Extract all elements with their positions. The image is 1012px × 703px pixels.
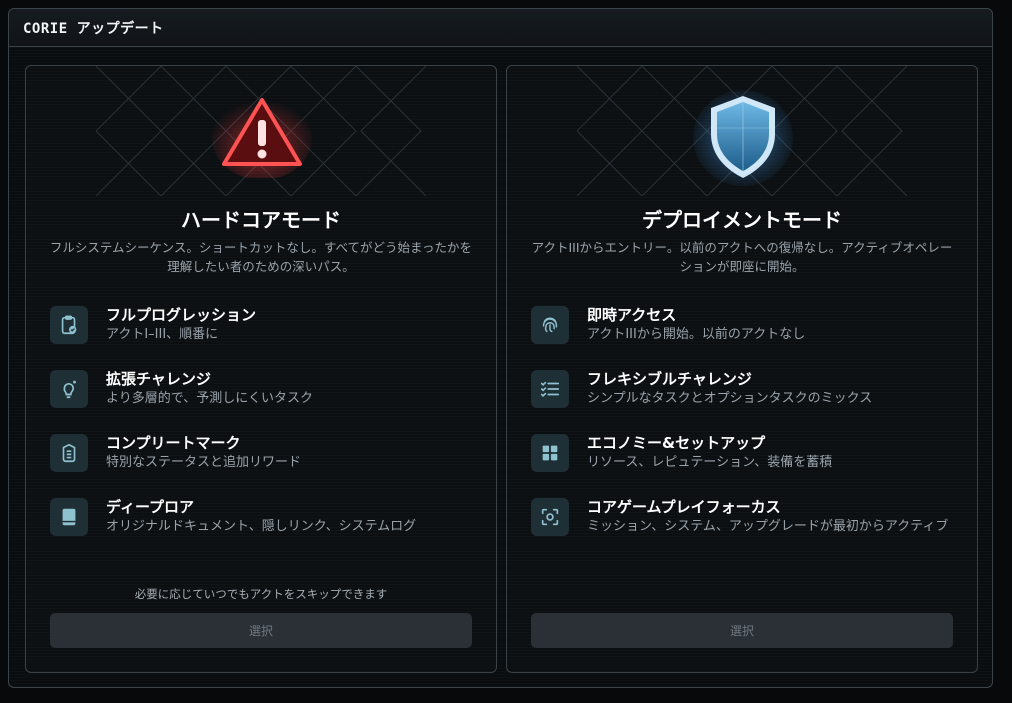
feature-description: オリジナルドキュメント、隠しリンク、システムログ	[106, 519, 417, 534]
hardcore-mode-card[interactable]: ハードコアモード フルシステムシーケンス。ショートカットなし。すべてがどう始まっ…	[25, 65, 497, 673]
checklist-icon	[540, 381, 560, 398]
feature-name: 拡張チャレンジ	[106, 370, 211, 388]
clipboard-check-icon	[61, 315, 77, 335]
deployment-select-button[interactable]: 選択	[531, 613, 953, 648]
feature-item: ディープロア オリジナルドキュメント、隠しリンク、システムログ	[50, 496, 476, 546]
feature-description: アクトI–III、順番に	[106, 327, 219, 342]
feature-description: リソース、レピュテーション、装備を蓄積	[587, 455, 833, 470]
deployment-mode-description: アクトIIIからエントリー。以前のアクトへの復帰なし。アクティブオペレーションが…	[531, 240, 953, 274]
warning-triangle-icon	[212, 96, 312, 178]
feature-item: 拡張チャレンジ より多層的で、予測しにくいタスク	[50, 368, 476, 418]
deployment-mode-card[interactable]: デプロイメントモード アクトIIIからエントリー。以前のアクトへの復帰なし。アク…	[506, 65, 978, 673]
window-title: CORIE アップデート	[23, 20, 164, 37]
grid-icon	[542, 445, 558, 461]
feature-name: エコノミー&セットアップ	[587, 434, 766, 452]
feature-name: 即時アクセス	[587, 306, 677, 324]
feature-item: フルプログレッション アクトI–III、順番に	[50, 304, 476, 354]
feature-name: フルプログレッション	[106, 306, 257, 324]
feature-name: コアゲームプレイフォーカス	[587, 498, 781, 516]
feature-description: 特別なステータスと追加リワード	[106, 455, 302, 470]
deployment-hero	[507, 66, 977, 196]
feature-item: 即時アクセス アクトIIIから開始。以前のアクトなし	[531, 304, 957, 354]
feature-item: コアゲームプレイフォーカス ミッション、システム、アップグレードが最初からアクテ…	[531, 496, 957, 546]
feature-name: ディープロア	[106, 498, 195, 516]
shield-icon	[693, 90, 793, 186]
feature-item: コンプリートマーク 特別なステータスと追加リワード	[50, 432, 476, 482]
hardcore-mode-title: ハードコアモード	[181, 208, 341, 232]
skip-note: 必要に応じていつでもアクトをスキップできます	[134, 587, 388, 601]
deployment-mode-title: デプロイメントモード	[642, 208, 842, 232]
lightbulb-spark-icon	[63, 380, 76, 399]
feature-description: シンプルなタスクとオプションタスクのミックス	[587, 391, 873, 406]
hardcore-mode-description: フルシステムシーケンス。ショートカットなし。すべてがどう始まったかを理解したい者…	[49, 240, 473, 274]
focus-scan-icon	[541, 508, 559, 526]
hardcore-hero	[26, 66, 496, 196]
title-bar: CORIE アップデート	[9, 9, 992, 47]
feature-description: より多層的で、予測しにくいタスク	[106, 391, 313, 406]
book-icon	[62, 508, 76, 526]
feature-item: エコノミー&セットアップ リソース、レピュテーション、装備を蓄積	[531, 432, 957, 482]
feature-name: フレキシブルチャレンジ	[587, 370, 752, 388]
feature-description: アクトIIIから開始。以前のアクトなし	[587, 327, 806, 342]
feature-description: ミッション、システム、アップグレードが最初からアクティブ	[587, 519, 949, 534]
fingerprint-icon	[542, 317, 558, 333]
hardcore-select-button[interactable]: 選択	[50, 613, 472, 648]
feature-name: コンプリートマーク	[106, 434, 241, 452]
feature-item: フレキシブルチャレンジ シンプルなタスクとオプションタスクのミックス	[531, 368, 957, 418]
update-window: CORIE アップデート ハードコアモード フルシステムシーケンス。ショートカッ…	[8, 8, 993, 688]
badge-list-icon	[62, 443, 76, 463]
